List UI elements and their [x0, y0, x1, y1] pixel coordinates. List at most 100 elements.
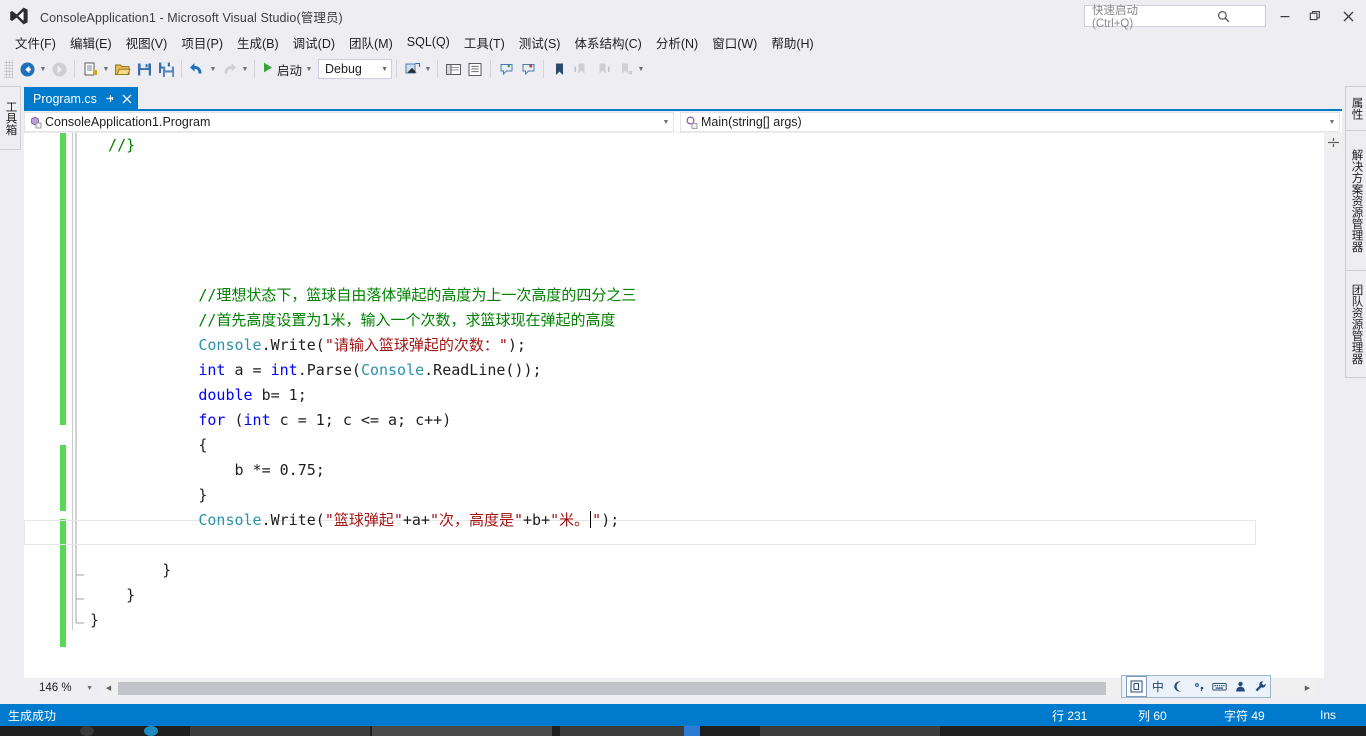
close-button[interactable] — [1330, 0, 1366, 32]
split-editor-icon[interactable] — [1325, 134, 1342, 151]
menu-item-test[interactable]: 测试(S) — [512, 32, 568, 53]
code-line[interactable] — [90, 233, 1324, 258]
hscroll-left-arrow[interactable]: ◀ — [100, 680, 117, 697]
navigate-back-icon[interactable] — [16, 58, 38, 80]
taskbar-item-5[interactable] — [560, 726, 700, 736]
undo-dropdown[interactable]: ▼ — [208, 58, 218, 80]
new-project-icon[interactable] — [79, 58, 101, 80]
menu-item-build[interactable]: 生成(B) — [230, 32, 286, 53]
previous-bookmark-icon[interactable] — [570, 58, 592, 80]
outlining-margin[interactable] — [72, 133, 90, 678]
sidebar-item-team-explorer[interactable]: 团队资源管理器 — [1346, 271, 1366, 377]
clear-bookmarks-icon[interactable] — [614, 58, 636, 80]
close-icon[interactable] — [122, 94, 132, 104]
punctuation-icon[interactable] — [1190, 677, 1209, 696]
code-line[interactable]: Console.Write("请输入篮球弹起的次数："); — [90, 333, 1324, 358]
open-file-icon[interactable] — [111, 58, 133, 80]
chevron-down-icon[interactable]: ▼ — [86, 685, 93, 692]
navigate-back-dropdown[interactable]: ▼ — [38, 58, 48, 80]
save-all-icon[interactable] — [155, 58, 177, 80]
minimize-button[interactable] — [1270, 0, 1300, 32]
find-in-files-icon[interactable] — [401, 58, 423, 80]
next-bookmark-icon[interactable] — [592, 58, 614, 80]
menu-item-view[interactable]: 视图(V) — [119, 32, 175, 53]
taskbar-item-3[interactable] — [190, 726, 370, 736]
code-line[interactable] — [90, 533, 1324, 558]
code-editor[interactable]: //} //理想状态下，篮球自由落体弹起的高度为上一次高度的四分之三 //首先高… — [24, 133, 1324, 678]
redo-icon[interactable] — [218, 58, 240, 80]
ime-settings-wrench-icon[interactable] — [1251, 677, 1270, 696]
menu-item-sql[interactable]: SQL(Q) — [400, 34, 457, 50]
uncomment-selection-icon[interactable] — [517, 58, 539, 80]
hscroll-thumb[interactable] — [118, 681, 1106, 695]
taskbar-item-1[interactable] — [80, 726, 94, 736]
code-line[interactable]: } — [90, 558, 1324, 583]
ime-logo-icon[interactable] — [1126, 676, 1147, 697]
code-line[interactable]: } — [90, 608, 1324, 633]
menu-item-project[interactable]: 项目(P) — [174, 32, 230, 53]
menu-item-edit[interactable]: 编辑(E) — [63, 32, 119, 53]
taskbar-item-7[interactable] — [760, 726, 940, 736]
hscroll-right-arrow[interactable]: ▶ — [1299, 680, 1316, 697]
comment-selection-icon[interactable] — [495, 58, 517, 80]
ime-mode-label[interactable]: 中 — [1149, 677, 1168, 696]
sidebar-item-toolbox[interactable]: 工具箱 — [0, 87, 21, 149]
code-line[interactable] — [90, 158, 1324, 183]
menu-item-window[interactable]: 窗口(W) — [705, 32, 764, 53]
taskbar-item-2[interactable] — [144, 726, 158, 736]
taskbar-item-6[interactable] — [684, 726, 700, 736]
code-line[interactable] — [90, 258, 1324, 283]
code-line[interactable]: for (int c = 1; c <= a; c++) — [90, 408, 1324, 433]
navigate-forward-icon[interactable] — [48, 58, 70, 80]
code-line[interactable]: b *= 0.75; — [90, 458, 1324, 483]
member-dropdown[interactable]: Main(string[] args) ▼ — [680, 112, 1340, 132]
code-line[interactable]: { — [90, 433, 1324, 458]
bookmark-icon[interactable] — [548, 58, 570, 80]
quick-launch-input[interactable]: 快速启动 (Ctrl+Q) — [1084, 5, 1266, 30]
properties-window-icon[interactable] — [442, 58, 464, 80]
menu-item-team[interactable]: 团队(M) — [342, 32, 400, 53]
code-text[interactable]: //} //理想状态下，篮球自由落体弹起的高度为上一次高度的四分之三 //首先高… — [90, 133, 1324, 633]
soft-keyboard-icon[interactable] — [1210, 677, 1229, 696]
code-line[interactable] — [90, 183, 1324, 208]
undo-icon[interactable] — [186, 58, 208, 80]
menu-item-tools[interactable]: 工具(T) — [457, 32, 512, 53]
toolbar-overflow-icon[interactable]: ▼ — [636, 58, 646, 80]
menu-item-help[interactable]: 帮助(H) — [764, 32, 820, 53]
code-line[interactable]: Console.Write("篮球弹起"+a+"次，高度是"+b+"米。 "); — [90, 508, 1324, 533]
code-line[interactable]: //首先高度设置为1米，输入一个次数，求篮球现在弹起的高度 — [90, 308, 1324, 333]
menu-item-architecture[interactable]: 体系结构(C) — [567, 32, 648, 53]
chevron-down-icon[interactable]: ▼ — [1325, 119, 1339, 126]
code-line[interactable]: int a = int.Parse(Console.ReadLine()); — [90, 358, 1324, 383]
zoom-level-combo[interactable]: 146 % ▼ — [30, 679, 98, 697]
code-line[interactable]: //} — [90, 133, 1324, 158]
user-dictionary-icon[interactable] — [1231, 677, 1250, 696]
redo-dropdown[interactable]: ▼ — [240, 58, 250, 80]
find-dropdown[interactable]: ▼ — [423, 58, 433, 80]
code-line[interactable]: } — [90, 583, 1324, 608]
start-debug-button[interactable]: 启动 — [259, 60, 304, 79]
solution-explorer-icon[interactable] — [464, 58, 486, 80]
menu-item-file[interactable]: 文件(F) — [8, 32, 63, 53]
menu-item-analyze[interactable]: 分析(N) — [649, 32, 705, 53]
new-project-dropdown[interactable]: ▼ — [101, 58, 111, 80]
code-line[interactable]: double b= 1; — [90, 383, 1324, 408]
code-line[interactable] — [90, 208, 1324, 233]
chevron-down-icon[interactable]: ▼ — [659, 119, 673, 126]
half-width-moon-icon[interactable] — [1169, 677, 1188, 696]
menu-item-debug[interactable]: 调试(D) — [286, 32, 342, 53]
sidebar-item-solution-explorer[interactable]: 解决方案资源管理器 — [1346, 131, 1366, 271]
ime-language-bar[interactable]: 中 — [1121, 675, 1271, 698]
toolbar-grip[interactable] — [4, 60, 13, 78]
start-debug-dropdown[interactable]: ▼ — [304, 58, 314, 80]
pin-icon[interactable] — [104, 93, 115, 104]
solution-configuration-combo[interactable]: Debug ▼ — [318, 59, 393, 79]
sidebar-item-properties[interactable]: 属性 — [1346, 87, 1366, 131]
tab-program-cs[interactable]: Program.cs — [24, 87, 138, 110]
code-line[interactable]: //理想状态下，篮球自由落体弹起的高度为上一次高度的四分之三 — [90, 283, 1324, 308]
taskbar-item-4[interactable] — [372, 726, 552, 736]
status-insert-mode[interactable]: Ins — [1310, 708, 1366, 722]
class-dropdown[interactable]: ConsoleApplication1.Program ▼ — [24, 112, 674, 132]
save-icon[interactable] — [133, 58, 155, 80]
maximize-restore-button[interactable] — [1300, 0, 1330, 32]
